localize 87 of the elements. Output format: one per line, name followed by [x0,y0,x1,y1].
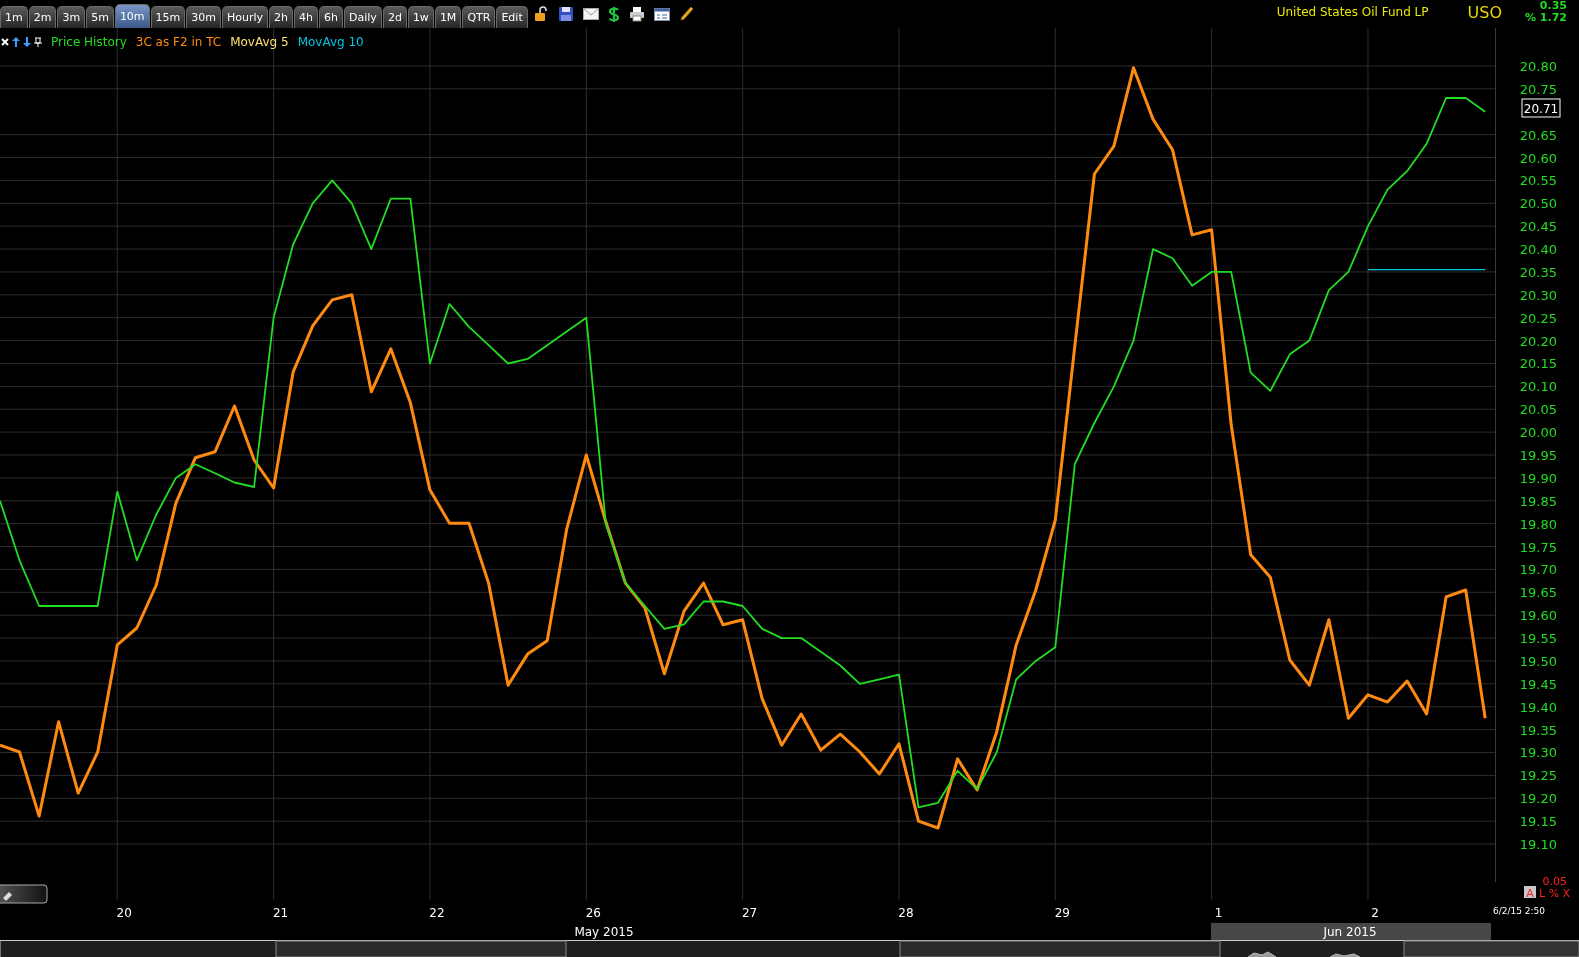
printer-icon[interactable] [628,6,645,22]
down-arrow-icon[interactable] [23,37,31,47]
x-axis-label: 26 [585,906,601,920]
timeframe-tab[interactable]: 1m [0,6,28,28]
pencil-icon[interactable] [678,6,693,22]
indicator-reading: 0.05 [1542,875,1567,888]
y-axis-label: 19.80 [1519,516,1557,532]
timeframe-tab[interactable]: 1M [434,6,462,28]
timeframe-tab[interactable]: 2h [269,6,294,28]
y-axis-label: 20.75 [1519,81,1557,97]
y-axis-label: 20.65 [1519,127,1557,143]
navigator-bar[interactable] [0,940,1579,957]
x-axis-label: 2 [1371,906,1379,920]
y-axis-label: 20.80 [1519,59,1557,74]
y-axis-label: 20.60 [1519,150,1557,166]
window-icon[interactable] [653,7,670,21]
timestamp: 6/2/15 2:50 [1493,906,1546,916]
month-label: Jun 2015 [1323,925,1377,939]
y-axis-label: 20.30 [1519,287,1557,303]
dollar-icon[interactable] [607,5,620,23]
y-axis-label: 19.75 [1519,539,1557,555]
legend-label[interactable]: MovAvg 10 [297,35,364,49]
edit-button[interactable]: Edit [496,6,528,28]
y-axis-label: 19.15 [1519,814,1557,830]
x-axis-label: 29 [1054,906,1070,920]
timeframe-tab[interactable]: 10m [114,4,150,28]
y-axis-label: 19.40 [1519,699,1557,715]
timeframe-tab[interactable]: 3m [57,6,86,28]
y-axis-label: 19.65 [1519,585,1557,601]
y-axis-label: 20.10 [1519,379,1557,395]
timeframe-tab[interactable]: 1w [407,6,434,28]
x-axis-label: 1 [1214,906,1223,920]
y-axis-label: 19.60 [1519,608,1557,624]
y-axis-label: 20.25 [1519,310,1557,326]
y-axis-label: 19.30 [1519,745,1557,761]
x-axis-label: 28 [898,906,914,920]
security-name: United States Oil Fund LP [1276,5,1429,19]
up-arrow-icon[interactable] [12,37,20,47]
timeframe-tab[interactable]: 15m [150,6,186,28]
y-axis-label: 20.50 [1519,196,1557,212]
y-axis-label: 19.50 [1519,653,1557,669]
timeframe-tab[interactable]: 6h [319,6,344,28]
y-axis-label: 19.35 [1519,722,1557,738]
y-axis-label: 20.05 [1519,402,1557,418]
timeframe-tab[interactable]: Hourly [222,6,269,28]
y-axis-label: 20.45 [1519,219,1557,235]
timeframe-tab[interactable]: 30m [186,6,222,28]
y-axis-label: 19.70 [1519,562,1557,578]
last-price-badge: 20.71 [1521,98,1561,118]
scroll-button[interactable] [0,884,48,904]
y-axis-label: 19.85 [1519,493,1557,509]
close-icon[interactable] [1,38,9,46]
y-axis-label: 19.90 [1519,470,1557,486]
scale-options[interactable]: L % X [1539,887,1571,900]
y-axis-label: 19.20 [1519,791,1557,807]
padlock-icon[interactable] [532,6,549,22]
y-axis-label: 19.25 [1519,768,1557,784]
percent-change: % 1.72 [1525,12,1567,24]
legend-label[interactable]: MovAvg 5 [230,35,289,49]
legend-label[interactable]: 3C as F2 in TC [135,35,222,49]
y-axis-label: 19.95 [1519,448,1557,463]
y-axis-label: 20.20 [1519,333,1557,349]
y-axis-label: 20.15 [1519,356,1557,372]
timeframe-tab[interactable]: 4h [294,6,319,28]
x-axis-label: 21 [272,906,289,920]
y-axis-label: 20.00 [1519,425,1557,441]
y-axis-label: 20.40 [1519,242,1557,258]
timeframe-tab[interactable]: QTR [462,6,496,28]
timeframe-tab[interactable]: Daily [344,6,382,28]
mail-icon[interactable] [582,8,599,20]
x-axis-label: 20 [116,906,132,920]
y-axis-label: 19.45 [1519,676,1557,692]
timeframe-tab[interactable]: 5m [86,6,114,28]
ticker-symbol: USO [1467,3,1502,22]
month-label: May 2015 [574,925,634,939]
timeframe-tab[interactable]: 2m [28,6,57,28]
save-icon[interactable] [557,6,574,22]
x-axis-label: 27 [741,906,758,920]
y-axis-label: 19.55 [1519,631,1557,647]
pin-icon[interactable] [34,37,42,47]
y-axis-label: 20.55 [1519,173,1557,189]
timeframe-tab[interactable]: 2d [382,6,407,28]
y-axis-label: 19.10 [1519,837,1557,852]
legend-label[interactable]: Price History [51,35,127,49]
x-axis-label: 22 [429,906,445,920]
y-axis-label: 20.35 [1519,264,1557,280]
price-change: 0.35 [1539,0,1567,12]
